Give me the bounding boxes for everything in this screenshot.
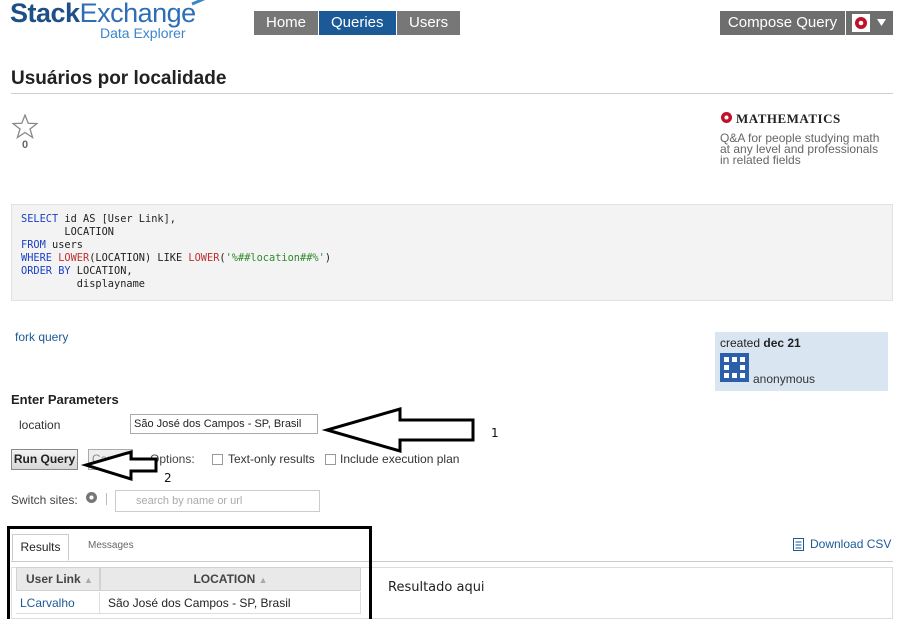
arrow-2-icon [80,450,158,482]
annotation-label-2: 2 [164,471,172,485]
arrow-1-icon [321,407,475,453]
annotation-label-1: 1 [491,426,499,440]
annotation-overlay [7,407,475,619]
results-highlight-box [7,526,372,619]
